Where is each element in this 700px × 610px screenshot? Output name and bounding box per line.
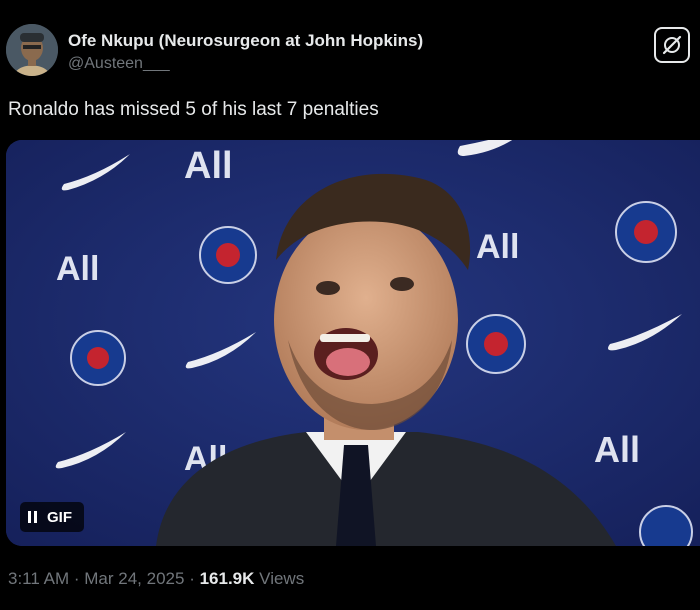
svg-text:All: All <box>594 429 640 470</box>
tweet-media-gif[interactable]: All All All All All <box>6 140 700 546</box>
gif-label: GIF <box>47 508 72 526</box>
meta-separator: · <box>189 569 195 588</box>
gif-badge[interactable]: GIF <box>20 502 84 532</box>
avatar-image <box>6 24 58 76</box>
views-count[interactable]: 161.9K <box>200 569 255 588</box>
author-handle[interactable]: @Austeen___ <box>68 55 170 73</box>
tweet-meta: 3:11 AM · Mar 24, 2025 · 161.9K Views <box>8 569 304 589</box>
tweet-text: Ronaldo has missed 5 of his last 7 penal… <box>8 99 379 120</box>
pause-icon <box>28 511 37 523</box>
views-label: Views <box>259 569 305 588</box>
meta-separator: · <box>73 569 80 588</box>
avatar[interactable] <box>6 24 58 76</box>
tweet-time[interactable]: 3:11 AM <box>8 569 69 588</box>
tweet-date[interactable]: Mar 24, 2025 <box>84 569 184 588</box>
svg-text:All: All <box>184 145 233 187</box>
grok-button[interactable] <box>654 27 690 63</box>
tweet: Ofe Nkupu (Neurosurgeon at John Hopkins)… <box>0 0 700 610</box>
gif-frame: All All All All All <box>6 140 700 546</box>
author-display-name[interactable]: Ofe Nkupu (Neurosurgeon at John Hopkins) <box>68 31 423 51</box>
svg-text:All: All <box>56 250 99 288</box>
svg-text:All: All <box>476 228 519 266</box>
grok-icon <box>662 35 682 55</box>
